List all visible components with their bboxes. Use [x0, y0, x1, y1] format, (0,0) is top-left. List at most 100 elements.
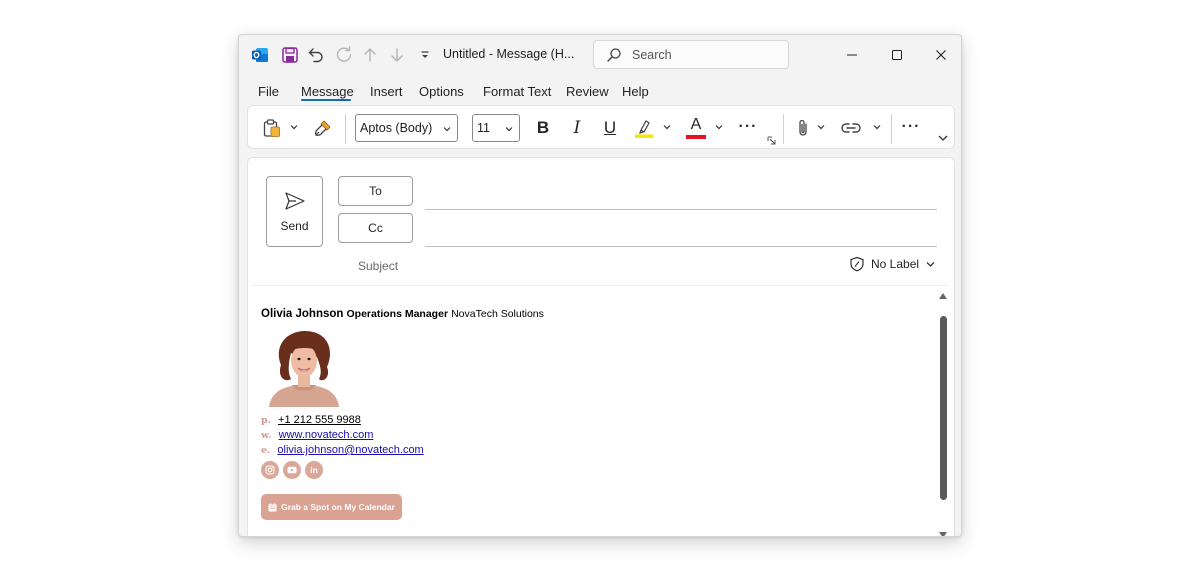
- customize-toolbar-icon[interactable]: [415, 45, 435, 65]
- cc-field-underline: [425, 246, 937, 247]
- highlight-dropdown[interactable]: [661, 120, 673, 134]
- signature-role: Operations Manager: [346, 308, 449, 320]
- close-icon: [936, 50, 946, 60]
- maximize-button[interactable]: [877, 41, 917, 69]
- avatar: [263, 327, 345, 407]
- chevron-down-icon: [443, 127, 451, 132]
- font-color-label: A: [690, 116, 702, 133]
- more-label: ···: [901, 118, 921, 135]
- signature-phone[interactable]: +1 212 555 9988: [278, 414, 361, 426]
- compose-pane: Send To Cc Subject No Label Olivia Johns…: [247, 157, 955, 537]
- to-button[interactable]: To: [338, 176, 413, 206]
- ribbon-separator: [345, 114, 346, 144]
- attach-file-dropdown[interactable]: [815, 120, 827, 134]
- send-icon: [284, 191, 305, 210]
- italic-button[interactable]: I: [566, 115, 588, 141]
- paperclip-icon: [799, 119, 807, 136]
- signature-website-row: w. www.novatech.com: [261, 429, 373, 441]
- font-color-dropdown[interactable]: [713, 120, 725, 134]
- cc-label: Cc: [368, 221, 383, 235]
- underline-button[interactable]: U: [599, 115, 621, 141]
- more-commands-button[interactable]: ···: [897, 115, 925, 139]
- to-field-underline: [425, 209, 937, 210]
- save-icon[interactable]: [280, 45, 300, 65]
- italic-label: I: [573, 118, 581, 138]
- signature-phone-row: p. +1 212 555 9988: [261, 414, 361, 426]
- clipboard-icon: [263, 119, 280, 137]
- to-label: To: [369, 184, 382, 198]
- insert-link-dropdown[interactable]: [871, 120, 883, 134]
- scroll-up-icon[interactable]: [938, 292, 948, 300]
- signature-name: Olivia Johnson: [261, 308, 344, 320]
- signature-email-link[interactable]: olivia.johnson@novatech.com: [277, 444, 423, 456]
- more-font-options-button[interactable]: ···: [734, 115, 762, 139]
- search-input[interactable]: [632, 47, 782, 62]
- arrow-up-icon[interactable]: [360, 45, 380, 65]
- search-box[interactable]: [593, 40, 789, 69]
- tab-format-text[interactable]: Format Text: [483, 84, 551, 99]
- font-size-dropdown[interactable]: 11: [472, 114, 520, 142]
- signature-email-row: e. olivia.johnson@novatech.com: [261, 444, 424, 456]
- ribbon-separator: [783, 114, 784, 144]
- tab-insert[interactable]: Insert: [370, 84, 403, 99]
- instagram-icon[interactable]: [261, 461, 279, 479]
- bold-button[interactable]: B: [532, 115, 554, 141]
- tab-message[interactable]: Message: [301, 84, 354, 99]
- chevron-down-icon: [663, 125, 671, 130]
- to-field[interactable]: [425, 182, 937, 208]
- scroll-down-icon[interactable]: [938, 531, 948, 537]
- chevron-down-icon: [817, 125, 825, 130]
- close-button[interactable]: [921, 41, 961, 69]
- signature-company: NovaTech Solutions: [451, 308, 544, 320]
- redo-icon[interactable]: [334, 45, 354, 65]
- attach-file-button[interactable]: [793, 116, 813, 140]
- shield-icon: [850, 256, 864, 272]
- minimize-button[interactable]: [832, 41, 872, 69]
- scrollbar-thumb[interactable]: [940, 316, 947, 500]
- chevron-down-icon: [505, 127, 513, 132]
- ribbon-separator: [891, 114, 892, 144]
- chevron-down-icon: [938, 135, 948, 141]
- calendar-booking-button[interactable]: Grab a Spot on My Calendar: [261, 494, 402, 520]
- expand-ribbon-button[interactable]: [936, 131, 950, 145]
- outlook-message-window: Untitled - Message (H... File Message In…: [238, 34, 962, 537]
- cc-field[interactable]: [425, 219, 937, 245]
- font-dialog-launcher[interactable]: [766, 135, 776, 145]
- send-label: Send: [280, 218, 309, 233]
- search-icon: [607, 47, 621, 62]
- link-icon: [841, 123, 861, 133]
- title-bar: Untitled - Message (H...: [239, 35, 961, 75]
- subject-field[interactable]: Subject: [358, 259, 398, 273]
- format-painter-button[interactable]: [311, 117, 335, 139]
- font-color-button[interactable]: A: [684, 115, 708, 141]
- more-label: ···: [738, 118, 758, 135]
- phone-prefix: p.: [261, 415, 271, 426]
- message-scrollbar[interactable]: [938, 288, 952, 537]
- font-name-dropdown[interactable]: Aptos (Body): [355, 114, 458, 142]
- paste-button[interactable]: [260, 117, 284, 139]
- chevron-down-icon: [715, 125, 723, 130]
- signature-website-link[interactable]: www.novatech.com: [279, 429, 374, 441]
- tab-help[interactable]: Help: [622, 84, 649, 99]
- cc-button[interactable]: Cc: [338, 213, 413, 243]
- calendar-booking-label: Grab a Spot on My Calendar: [281, 502, 395, 512]
- window-title: Untitled - Message (H...: [443, 47, 575, 61]
- send-button[interactable]: Send: [266, 176, 323, 247]
- highlight-button[interactable]: [632, 116, 656, 140]
- signature-header: Olivia Johnson Operations Manager NovaTe…: [261, 308, 544, 320]
- dialog-launcher-icon: [767, 136, 775, 144]
- ribbon-toolbar: Aptos (Body) 11 B I U A ··· ···: [247, 105, 955, 149]
- undo-icon[interactable]: [306, 45, 326, 65]
- linkedin-icon[interactable]: in: [305, 461, 323, 479]
- paste-dropdown[interactable]: [288, 120, 300, 134]
- youtube-icon[interactable]: [283, 461, 301, 479]
- arrow-down-icon[interactable]: [387, 45, 407, 65]
- underline-label: U: [603, 118, 617, 137]
- tab-options[interactable]: Options: [419, 84, 464, 99]
- email-prefix: e.: [261, 445, 271, 456]
- active-tab-indicator: [301, 99, 351, 101]
- tab-file[interactable]: File: [258, 84, 279, 99]
- tab-review[interactable]: Review: [566, 84, 609, 99]
- insert-link-button[interactable]: [838, 116, 864, 140]
- sensitivity-label-button[interactable]: No Label: [849, 256, 936, 272]
